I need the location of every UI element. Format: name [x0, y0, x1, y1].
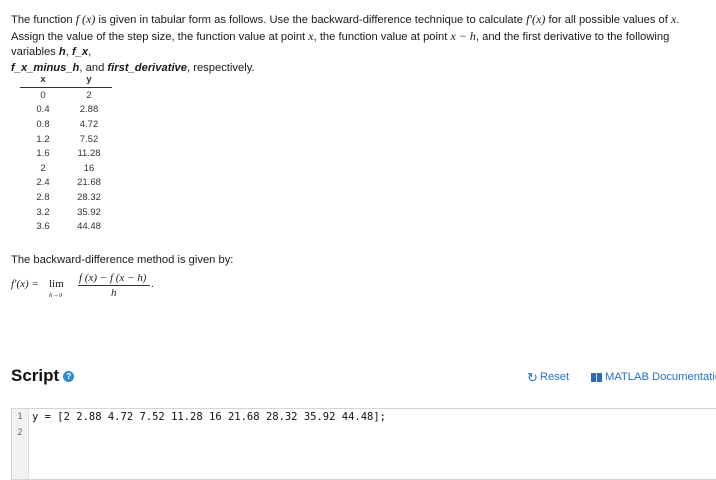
problem-text: for all possible values of [545, 14, 671, 26]
var-h: h [58, 46, 66, 58]
cell-x: 0.4 [36, 104, 50, 116]
formula-lim: lim [49, 278, 64, 290]
table-row: 1.2 7.52 [20, 132, 112, 147]
cell-y: 21.68 [77, 177, 101, 189]
cell-y: 2.88 [79, 104, 99, 116]
cell-y: 44.48 [77, 221, 101, 233]
math-x-minus-h: x − h [450, 28, 476, 43]
cell-x: 0 [40, 89, 46, 101]
column-header-x: x [20, 73, 66, 88]
script-title: Script [11, 366, 60, 385]
cell-y: 2 [86, 89, 92, 101]
cell-x: 3.2 [36, 206, 50, 218]
data-table: x y 02 0.4 2.88 0.8 4.72 1.2 7.52 1.6 11.28 … [20, 73, 112, 234]
code-area[interactable]: y = [2 2.88 4.72 7.52 11.28 16 21.68 28.… [32, 409, 386, 441]
cell-x: 0.8 [36, 118, 50, 130]
table-row: 2.4 21.68 [20, 176, 112, 191]
cell-y: 28.32 [77, 191, 101, 203]
formula-lim-subscript: h→0 [49, 292, 62, 299]
code-editor[interactable]: 1 2 y = [2 2.88 4.72 7.52 11.28 16 21.68… [11, 408, 716, 480]
table-row: 02 [20, 88, 112, 103]
formula-denominator: h [111, 287, 117, 299]
cell-y: 16 [83, 162, 95, 174]
problem-text: , the function value at point [313, 30, 451, 43]
cell-y: 4.72 [79, 118, 99, 130]
documentation-label: MATLAB Documentation [605, 371, 716, 383]
table-row: 2 16 [20, 161, 112, 176]
cell-y: 7.52 [79, 133, 99, 145]
math-fprime: f′(x) [526, 12, 546, 26]
table-header-row: x y [20, 73, 112, 88]
cell-y: 35.92 [77, 206, 101, 218]
script-heading: Script ? [11, 366, 75, 386]
table-row: 2.8 28.32 [20, 190, 112, 205]
problem-text: The function [11, 14, 76, 26]
reset-icon: ↻ [527, 369, 538, 385]
code-line[interactable]: y = [2 2.88 4.72 7.52 11.28 16 21.68 28.… [32, 409, 386, 425]
reset-label: Reset [539, 371, 570, 383]
help-icon[interactable]: ? [63, 370, 75, 382]
problem-statement: The function f (x) is given in tabular f… [11, 12, 711, 76]
line-number: 2 [17, 428, 23, 438]
formula-numerator: f (x) − f (x − h) [79, 272, 147, 284]
math-fx: f (x) [75, 12, 96, 26]
problem-text: , and [79, 61, 108, 74]
cell-x: 1.2 [36, 133, 50, 145]
matlab-documentation-link[interactable]: MATLAB Documentation [591, 371, 716, 383]
column-header-y: y [66, 73, 112, 88]
formula-period: . [151, 278, 154, 290]
var-f-x-minus-h: f_x_minus_h [11, 61, 80, 74]
table-row: 3.6 44.48 [20, 219, 112, 234]
method-description: The backward-difference method is given … [11, 254, 234, 266]
cell-x: 2.8 [36, 191, 50, 203]
cell-x: 2 [40, 162, 46, 174]
var-first-derivative: first_derivative [107, 61, 188, 74]
book-icon [591, 372, 602, 382]
table-row: 0.4 2.88 [20, 103, 112, 118]
table-row: 3.2 35.92 [20, 205, 112, 220]
line-number: 1 [17, 412, 23, 422]
problem-text: , [88, 46, 92, 58]
cell-x: 1.6 [36, 148, 50, 160]
cell-x: 2.4 [36, 177, 50, 189]
cell-x: 3.6 [36, 221, 50, 233]
problem-text: is given in tabular form as follows. Use… [95, 14, 527, 26]
var-f-x: f_x [71, 46, 89, 58]
formula-lhs: f′(x) = [11, 278, 39, 290]
code-line[interactable] [32, 425, 386, 441]
cell-y: 11.28 [77, 148, 101, 160]
table-row: 1.6 11.28 [20, 146, 112, 161]
table-row: 0.8 4.72 [20, 117, 112, 132]
line-number-gutter: 1 2 [12, 409, 29, 479]
fraction-bar [78, 285, 150, 286]
problem-text: , respectively. [187, 61, 255, 74]
reset-button[interactable]: ↻ Reset [527, 369, 570, 385]
